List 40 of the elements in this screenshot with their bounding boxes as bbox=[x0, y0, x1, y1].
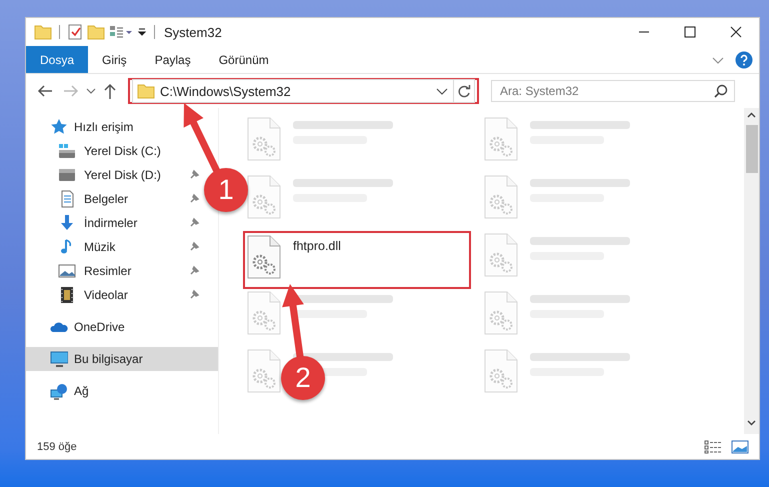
dll-file-icon bbox=[247, 235, 281, 279]
details-view-icon[interactable] bbox=[704, 440, 722, 454]
address-bar[interactable]: C:\Windows\System32 bbox=[132, 79, 453, 103]
ribbon-tab[interactable]: Paylaş bbox=[140, 46, 205, 73]
monitor-icon bbox=[50, 350, 68, 368]
window-title: System32 bbox=[164, 24, 223, 40]
star-icon bbox=[50, 118, 68, 136]
ribbon-tab[interactable]: Dosya bbox=[26, 46, 88, 73]
large-icons-view-icon[interactable] bbox=[731, 440, 749, 454]
nav-item[interactable]: Belgeler bbox=[26, 187, 202, 211]
help-icon[interactable] bbox=[735, 50, 753, 68]
ribbon-tab[interactable]: Görünüm bbox=[204, 46, 283, 73]
file-name: fhtpro.dll bbox=[293, 239, 341, 253]
nav-item[interactable]: Müzik bbox=[26, 235, 202, 259]
file-item[interactable]: fhtpro.dll bbox=[243, 231, 471, 289]
nav-item[interactable]: OneDrive bbox=[26, 315, 218, 339]
scrollbar-thumb[interactable] bbox=[746, 125, 758, 173]
network-icon bbox=[50, 382, 68, 400]
film-icon bbox=[58, 286, 76, 304]
drive-icon bbox=[58, 166, 76, 184]
item-count: 159 öğe bbox=[37, 440, 77, 452]
nav-item[interactable]: Ağ bbox=[26, 379, 218, 403]
nav-item[interactable]: Yerel Disk (D:) bbox=[26, 163, 202, 187]
download-arrow-icon bbox=[58, 214, 76, 232]
search-icon[interactable] bbox=[714, 84, 728, 98]
folder-icon bbox=[137, 82, 155, 100]
refresh-button[interactable] bbox=[453, 79, 475, 103]
nav-item[interactable]: İndirmeler bbox=[26, 211, 202, 235]
refresh-icon bbox=[457, 84, 471, 98]
nav-item[interactable]: Videolar bbox=[26, 283, 202, 307]
ribbon-tab[interactable]: Giriş bbox=[88, 46, 141, 73]
search-field[interactable]: Ara: System32 bbox=[491, 80, 735, 102]
nav-item[interactable]: Hızlı erişim bbox=[26, 115, 218, 139]
nav-item[interactable]: Bu bilgisayar bbox=[26, 347, 218, 371]
properties-icon[interactable] bbox=[67, 23, 83, 41]
nav-item[interactable]: Resimler bbox=[26, 259, 202, 283]
nav-item[interactable]: Yerel Disk (C:) bbox=[26, 139, 202, 163]
scrollbar[interactable] bbox=[744, 108, 759, 434]
picture-icon bbox=[58, 262, 76, 280]
drive-icon bbox=[58, 142, 76, 160]
